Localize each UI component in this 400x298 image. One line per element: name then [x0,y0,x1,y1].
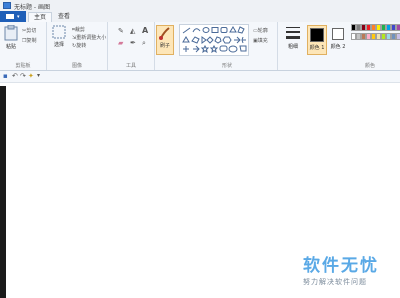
color-picker-icon[interactable]: ✒ [130,39,136,47]
select-button[interactable]: 选择 [51,25,67,48]
eraser-icon[interactable]: ▰ [118,39,123,47]
customize-qat-icon[interactable]: ▾ [37,72,40,79]
crop-button[interactable]: ⌗裁剪 [72,26,85,33]
color1-label: 颜色 1 [309,45,325,51]
file-menu-button[interactable]: ▾ [0,11,26,22]
ribbon: 粘贴 ✂剪切 ❐复制 剪贴板 选择 ⌗裁剪 ⇲重新调整大小 ↻旋转 图像 ✎ ◭… [0,22,400,71]
color-swatch[interactable] [396,33,400,40]
paint-app-icon[interactable] [3,2,11,9]
copy-label: 复制 [26,38,37,44]
color2-button[interactable]: 颜色 2 [329,25,347,50]
chevron-down-icon: ▾ [17,14,20,20]
color1-button[interactable]: 颜色 1 [307,25,327,55]
paste-label: 粘贴 [5,44,16,50]
shapes-group-label: 形状 [221,63,232,69]
quick-access-toolbar: ▪ ↶ ↷ ✦ ▾ [0,71,400,83]
new-file-icon[interactable]: ✦ [28,72,34,80]
size-button[interactable]: 粗细 [282,25,304,50]
text-tool-icon[interactable]: A [142,26,148,35]
select-rect-icon [52,25,66,39]
save-icon[interactable]: ▪ [3,72,8,80]
resize-label: 重新调整大小 [76,35,107,41]
fill-label: 填充 [257,38,268,44]
watermark-title: 软件无忧 [303,256,379,276]
color1-swatch [310,28,324,42]
colors-group-label: 颜色 [364,63,375,69]
crop-label: 裁剪 [74,27,85,33]
cut-button[interactable]: ✂剪切 [22,27,36,34]
clipboard-group-label: 剪贴板 [15,63,31,69]
shapes-group: ▭轮廓 ▣填充 形状 [177,22,278,70]
cut-label: 剪切 [26,28,37,34]
watermark-subtitle: 努力解决软件问题 [303,278,367,286]
magnifier-icon[interactable]: ⌕ [142,39,146,48]
title-bar: 无标题 - 画图 [0,0,400,11]
file-menu-icon [6,14,14,19]
pencil-icon[interactable]: ✎ [118,27,124,35]
tools-group-label: 工具 [125,63,136,69]
image-group: 选择 ⌗裁剪 ⇲重新调整大小 ↻旋转 图像 [47,22,108,70]
paste-button[interactable]: 粘贴 [3,24,19,50]
shapes-gallery-icons [182,26,247,54]
color-palette [351,24,400,56]
color-swatch[interactable] [396,24,400,31]
fill-bucket-icon[interactable]: ◭ [130,27,135,35]
outline-label: 轮廓 [257,28,268,34]
outline-button[interactable]: ▭轮廓 [253,27,268,34]
resize-button[interactable]: ⇲重新调整大小 [72,34,106,41]
brushes-button[interactable]: 刷子 [156,25,174,55]
line-size-icon [286,27,300,39]
tools-group: ✎ ◭ A ▰ ✒ ⌕ 工具 [108,22,155,70]
shapes-gallery[interactable] [179,24,249,56]
rotate-label: 旋转 [76,43,87,49]
color2-swatch [332,28,344,40]
color2-label: 颜色 2 [330,44,346,50]
size-label: 粗细 [287,44,298,50]
window-title: 无标题 - 画图 [14,4,50,11]
select-label: 选择 [53,42,64,48]
watermark: 软件无忧 努力解决软件问题 [303,251,379,287]
clipboard-icon [4,24,18,41]
brushes-label: 刷子 [159,43,170,49]
undo-icon[interactable]: ↶ [12,72,18,80]
tab-view[interactable]: 查看 [54,12,74,22]
canvas-left-edge [0,86,6,298]
fill-button[interactable]: ▣填充 [253,37,268,44]
copy-button[interactable]: ❐复制 [22,37,37,44]
image-group-label: 图像 [71,63,82,69]
rotate-button[interactable]: ↻旋转 [72,42,86,49]
clipboard-group: 粘贴 ✂剪切 ❐复制 剪贴板 [0,22,47,70]
brush-icon [159,27,170,40]
redo-icon[interactable]: ↷ [20,72,26,80]
